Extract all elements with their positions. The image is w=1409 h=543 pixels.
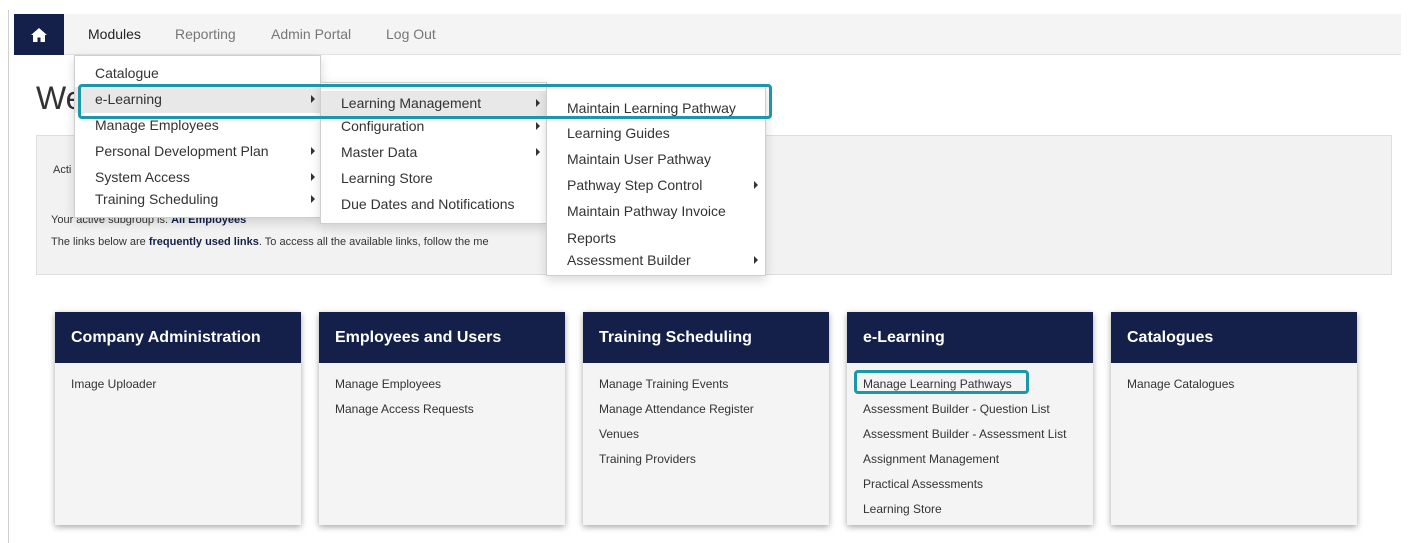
menu-item-maintain-learning-pathway[interactable]: Maintain Learning Pathway (547, 96, 765, 122)
card-link[interactable]: Manage Attendance Register (583, 399, 829, 424)
menu-item-label: Maintain Learning Pathway (567, 100, 736, 116)
card-link[interactable]: Manage Training Events (583, 374, 829, 399)
card-link[interactable]: Manage Access Requests (319, 399, 565, 424)
card-link[interactable]: Assignment Management (847, 449, 1093, 474)
info-links-prefix: The links below are (51, 236, 146, 248)
card-link[interactable]: Venues (583, 424, 829, 449)
menu-item-assessment-builder[interactable]: Assessment Builder (547, 248, 765, 274)
menu-item-master-data[interactable]: Master Data (321, 140, 546, 166)
menu-item-personal-development-plan[interactable]: Personal Development Plan (75, 139, 320, 165)
card-link[interactable]: Training Providers (583, 449, 829, 474)
menu-item-pathway-step-control[interactable]: Pathway Step Control (547, 173, 765, 199)
menu-item-label: Manage Employees (95, 117, 219, 133)
card-link[interactable]: Assessment Builder - Assessment List (847, 424, 1093, 449)
card-link-manage-learning-pathways[interactable]: Manage Learning Pathways (847, 374, 1093, 399)
card-employees-and-users: Employees and Users Manage Employees Man… (319, 312, 565, 525)
menu-item-label: Training Scheduling (95, 191, 219, 207)
card-catalogues: Catalogues Manage Catalogues (1111, 312, 1357, 525)
nav-reporting[interactable]: Reporting (175, 14, 236, 55)
menu-item-due-dates-and-notifications[interactable]: Due Dates and Notifications (321, 192, 546, 218)
caret-right-icon (311, 195, 315, 203)
card-link[interactable]: Manage Employees (319, 374, 565, 399)
card-link[interactable]: Practical Assessments (847, 474, 1093, 499)
menu-item-e-learning[interactable]: e-Learning (75, 87, 320, 113)
menu-item-training-scheduling[interactable]: Training Scheduling (75, 187, 320, 213)
menu-item-label: e-Learning (95, 91, 162, 107)
menu-item-learning-guides[interactable]: Learning Guides (547, 121, 765, 147)
menu-item-label: Learning Store (341, 170, 433, 186)
card-title: Employees and Users (319, 312, 565, 363)
card-title: e-Learning (847, 312, 1093, 363)
menu-item-catalogue[interactable]: Catalogue (75, 61, 320, 87)
card-company-administration: Company Administration Image Uploader (55, 312, 301, 525)
caret-right-icon (754, 256, 758, 264)
card-link[interactable]: Image Uploader (55, 374, 301, 399)
info-links-bold: frequently used links (148, 236, 259, 248)
nav-modules[interactable]: Modules (88, 14, 141, 55)
menu-item-label: Pathway Step Control (567, 177, 703, 193)
learning-management-submenu: Maintain Learning Pathway Learning Guide… (546, 85, 766, 276)
menu-item-label: Master Data (341, 144, 418, 160)
caret-right-icon (311, 95, 315, 103)
menu-item-label: Configuration (341, 118, 425, 134)
nav-admin-portal[interactable]: Admin Portal (271, 14, 351, 55)
menu-item-learning-store[interactable]: Learning Store (321, 166, 546, 192)
menu-item-label: Catalogue (95, 65, 159, 81)
menu-item-label: Assessment Builder (567, 252, 691, 268)
info-links-suffix: . To access all the available links, fol… (258, 236, 489, 248)
menu-item-manage-employees[interactable]: Manage Employees (75, 113, 320, 139)
caret-right-icon (536, 148, 540, 156)
menu-item-maintain-user-pathway[interactable]: Maintain User Pathway (547, 147, 765, 173)
menu-item-label: Maintain Pathway Invoice (567, 203, 726, 219)
menu-item-configuration[interactable]: Configuration (321, 114, 546, 140)
card-training-scheduling: Training Scheduling Manage Training Even… (583, 312, 829, 525)
card-title: Training Scheduling (583, 312, 829, 363)
menu-item-label: Personal Development Plan (95, 143, 269, 159)
menu-item-label: Due Dates and Notifications (341, 196, 515, 212)
card-e-learning: e-Learning Manage Learning Pathways Asse… (847, 312, 1093, 525)
card-title: Company Administration (55, 312, 301, 363)
top-navbar: Modules Reporting Admin Portal Log Out (14, 14, 1401, 55)
menu-item-label: Learning Guides (567, 125, 670, 141)
card-link[interactable]: Assessment Builder - Question List (847, 399, 1093, 424)
menu-item-label: System Access (95, 169, 190, 185)
home-button[interactable] (14, 14, 64, 55)
menu-item-maintain-pathway-invoice[interactable]: Maintain Pathway Invoice (547, 199, 765, 225)
caret-right-icon (536, 122, 540, 130)
home-icon (31, 27, 47, 42)
menu-item-label: Reports (567, 230, 617, 246)
info-active-text: Acti (53, 164, 72, 176)
e-learning-submenu: Learning Management Configuration Master… (320, 82, 547, 224)
caret-right-icon (311, 147, 315, 155)
card-title: Catalogues (1111, 312, 1357, 363)
info-links-text: The links below are frequently used link… (51, 236, 489, 248)
menu-item-label: Maintain User Pathway (567, 151, 711, 167)
caret-right-icon (754, 181, 758, 189)
nav-log-out[interactable]: Log Out (386, 14, 436, 55)
card-link[interactable]: Learning Store (847, 499, 1093, 524)
menu-item-label: Learning Management (341, 95, 482, 111)
caret-right-icon (536, 99, 540, 107)
caret-right-icon (311, 173, 315, 181)
card-link[interactable]: Manage Catalogues (1111, 374, 1357, 399)
modules-menu: Catalogue e-Learning Manage Employees Pe… (74, 55, 321, 218)
